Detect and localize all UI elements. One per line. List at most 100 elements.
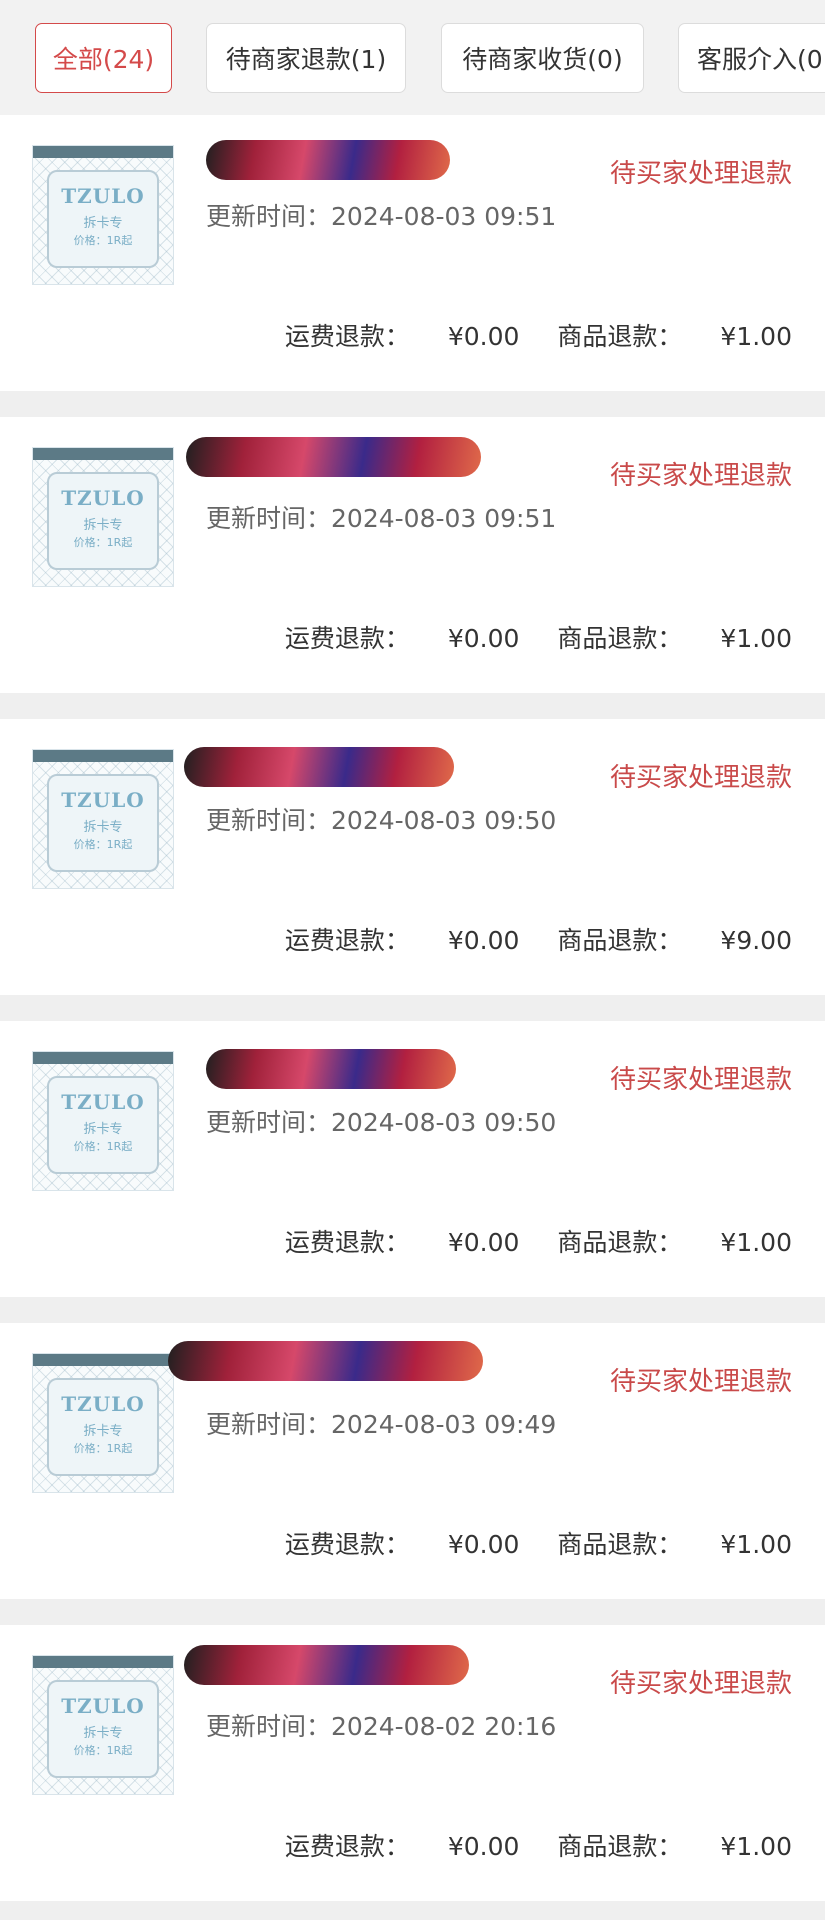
refund-amounts: 运费退款： ¥0.00 商品退款： ¥1.00: [285, 317, 792, 353]
thumbnail-logo: TZULO: [61, 788, 145, 812]
thumbnail-logo: TZULO: [61, 486, 145, 510]
goods-refund: 商品退款： ¥1.00: [557, 1530, 792, 1559]
redacted-product-title: [206, 140, 450, 180]
refund-order-card[interactable]: TZULO 拆卡专 价格：1R起 待买家处理退款 更新时间：2024-08-03…: [0, 115, 825, 391]
refund-order-card[interactable]: TZULO 拆卡专 价格：1R起 待买家处理退款 更新时间：2024-08-03…: [0, 1323, 825, 1599]
goods-refund: 商品退款： ¥1.00: [557, 322, 792, 351]
update-time: 更新时间：2024-08-02 20:16: [206, 1707, 556, 1743]
shipping-refund-label: 运费退款：: [284, 624, 410, 653]
thumbnail-price: 价格：1R起: [73, 234, 133, 247]
shipping-refund-value: ¥0.00: [447, 1832, 520, 1861]
refund-amounts: 运费退款： ¥0.00 商品退款： ¥9.00: [285, 921, 792, 957]
refund-order-card[interactable]: TZULO 拆卡专 价格：1R起 待买家处理退款 更新时间：2024-08-03…: [0, 417, 825, 693]
update-time-value: 2024-08-03 09:50: [331, 1108, 557, 1137]
thumbnail-logo: TZULO: [61, 1090, 145, 1114]
goods-refund-label: 商品退款：: [557, 322, 683, 351]
goods-refund: 商品退款： ¥9.00: [557, 926, 792, 955]
thumbnail-header-bar: [33, 146, 173, 158]
tab-pending-merchant-receipt[interactable]: 待商家收货(0): [441, 23, 644, 93]
thumbnail-price: 价格：1R起: [73, 536, 133, 549]
redacted-product-title: [184, 1645, 469, 1685]
shipping-refund: 运费退款： ¥0.00: [285, 1228, 520, 1257]
product-thumbnail: TZULO 拆卡专 价格：1R起: [32, 1353, 174, 1493]
product-thumbnail: TZULO 拆卡专 价格：1R起: [32, 1655, 174, 1795]
product-thumbnail: TZULO 拆卡专 价格：1R起: [32, 447, 174, 587]
redacted-product-title: [168, 1341, 483, 1381]
goods-refund-label: 商品退款：: [557, 1832, 683, 1861]
shipping-refund-value: ¥0.00: [447, 926, 520, 955]
goods-refund-value: ¥1.00: [720, 1228, 792, 1257]
goods-refund-label: 商品退款：: [557, 1228, 683, 1257]
thumbnail-panel: TZULO 拆卡专 价格：1R起: [47, 170, 159, 268]
update-time: 更新时间：2024-08-03 09:51: [206, 499, 556, 535]
goods-refund-value: ¥1.00: [720, 624, 792, 653]
update-time-label: 更新时间：: [206, 1108, 332, 1137]
refund-amounts: 运费退款： ¥0.00 商品退款： ¥1.00: [285, 1525, 792, 1561]
thumbnail-logo: TZULO: [61, 184, 145, 208]
thumbnail-subtitle: 拆卡专: [83, 216, 123, 231]
thumbnail-panel: TZULO 拆卡专 价格：1R起: [47, 1378, 159, 1476]
update-time-label: 更新时间：: [206, 1712, 332, 1741]
thumbnail-panel: TZULO 拆卡专 价格：1R起: [47, 1076, 159, 1174]
thumbnail-logo: TZULO: [61, 1694, 145, 1718]
tab-pending-merchant-refund[interactable]: 待商家退款(1): [206, 23, 406, 93]
thumbnail-price: 价格：1R起: [73, 838, 133, 851]
shipping-refund: 运费退款： ¥0.00: [285, 1530, 520, 1559]
thumbnail-price: 价格：1R起: [73, 1744, 133, 1757]
product-thumbnail: TZULO 拆卡专 价格：1R起: [32, 145, 174, 285]
thumbnail-panel: TZULO 拆卡专 价格：1R起: [47, 472, 159, 570]
refund-status: 待买家处理退款: [609, 1065, 792, 1095]
update-time: 更新时间：2024-08-03 09:49: [206, 1405, 556, 1441]
tab-all[interactable]: 全部(24): [35, 23, 172, 93]
shipping-refund: 运费退款： ¥0.00: [285, 322, 520, 351]
update-time-value: 2024-08-03 09:51: [331, 504, 557, 533]
shipping-refund-value: ¥0.00: [447, 322, 520, 351]
update-time-label: 更新时间：: [206, 504, 332, 533]
refund-order-card[interactable]: TZULO 拆卡专 价格：1R起 待买家处理退款 更新时间：2024-08-03…: [0, 1021, 825, 1297]
goods-refund: 商品退款： ¥1.00: [557, 624, 792, 653]
goods-refund-label: 商品退款：: [557, 624, 683, 653]
shipping-refund: 运费退款： ¥0.00: [285, 624, 520, 653]
refund-status: 待买家处理退款: [609, 159, 792, 189]
goods-refund-value: ¥1.00: [720, 322, 792, 351]
shipping-refund-label: 运费退款：: [284, 1530, 410, 1559]
update-time: 更新时间：2024-08-03 09:50: [206, 801, 556, 837]
update-time-label: 更新时间：: [206, 1410, 332, 1439]
update-time-value: 2024-08-03 09:50: [331, 806, 557, 835]
thumbnail-panel: TZULO 拆卡专 价格：1R起: [47, 1680, 159, 1778]
redacted-product-title: [186, 437, 481, 477]
product-thumbnail: TZULO 拆卡专 价格：1R起: [32, 1051, 174, 1191]
goods-refund-label: 商品退款：: [557, 1530, 683, 1559]
tab-customer-service[interactable]: 客服介入(0: [678, 23, 825, 93]
thumbnail-price: 价格：1R起: [73, 1140, 133, 1153]
goods-refund-value: ¥1.00: [720, 1530, 792, 1559]
shipping-refund: 运费退款： ¥0.00: [285, 1832, 520, 1861]
refund-status: 待买家处理退款: [609, 1367, 792, 1397]
goods-refund: 商品退款： ¥1.00: [557, 1832, 792, 1861]
redacted-product-title: [206, 1049, 456, 1089]
update-time: 更新时间：2024-08-03 09:51: [206, 197, 556, 233]
refund-amounts: 运费退款： ¥0.00 商品退款： ¥1.00: [285, 1827, 792, 1863]
thumbnail-subtitle: 拆卡专: [83, 1122, 123, 1137]
shipping-refund: 运费退款： ¥0.00: [285, 926, 520, 955]
redacted-product-title: [184, 747, 454, 787]
thumbnail-panel: TZULO 拆卡专 价格：1R起: [47, 774, 159, 872]
refund-amounts: 运费退款： ¥0.00 商品退款： ¥1.00: [285, 619, 792, 655]
thumbnail-subtitle: 拆卡专: [83, 1424, 123, 1439]
thumbnail-header-bar: [33, 1354, 173, 1366]
shipping-refund-label: 运费退款：: [284, 322, 410, 351]
refund-status: 待买家处理退款: [609, 763, 792, 793]
refund-order-card[interactable]: TZULO 拆卡专 价格：1R起 待买家处理退款 更新时间：2024-08-02…: [0, 1625, 825, 1901]
refund-status: 待买家处理退款: [609, 1669, 792, 1699]
shipping-refund-value: ¥0.00: [447, 1530, 520, 1559]
thumbnail-logo: TZULO: [61, 1392, 145, 1416]
update-time-label: 更新时间：: [206, 806, 332, 835]
refund-order-card[interactable]: TZULO 拆卡专 价格：1R起 待买家处理退款 更新时间：2024-08-03…: [0, 719, 825, 995]
refund-filter-tabs: 全部(24) 待商家退款(1) 待商家收货(0) 客服介入(0: [0, 0, 825, 115]
update-time-label: 更新时间：: [206, 202, 332, 231]
update-time-value: 2024-08-02 20:16: [331, 1712, 557, 1741]
refund-status: 待买家处理退款: [609, 461, 792, 491]
thumbnail-subtitle: 拆卡专: [83, 518, 123, 533]
thumbnail-subtitle: 拆卡专: [83, 1726, 123, 1741]
thumbnail-price: 价格：1R起: [73, 1442, 133, 1455]
